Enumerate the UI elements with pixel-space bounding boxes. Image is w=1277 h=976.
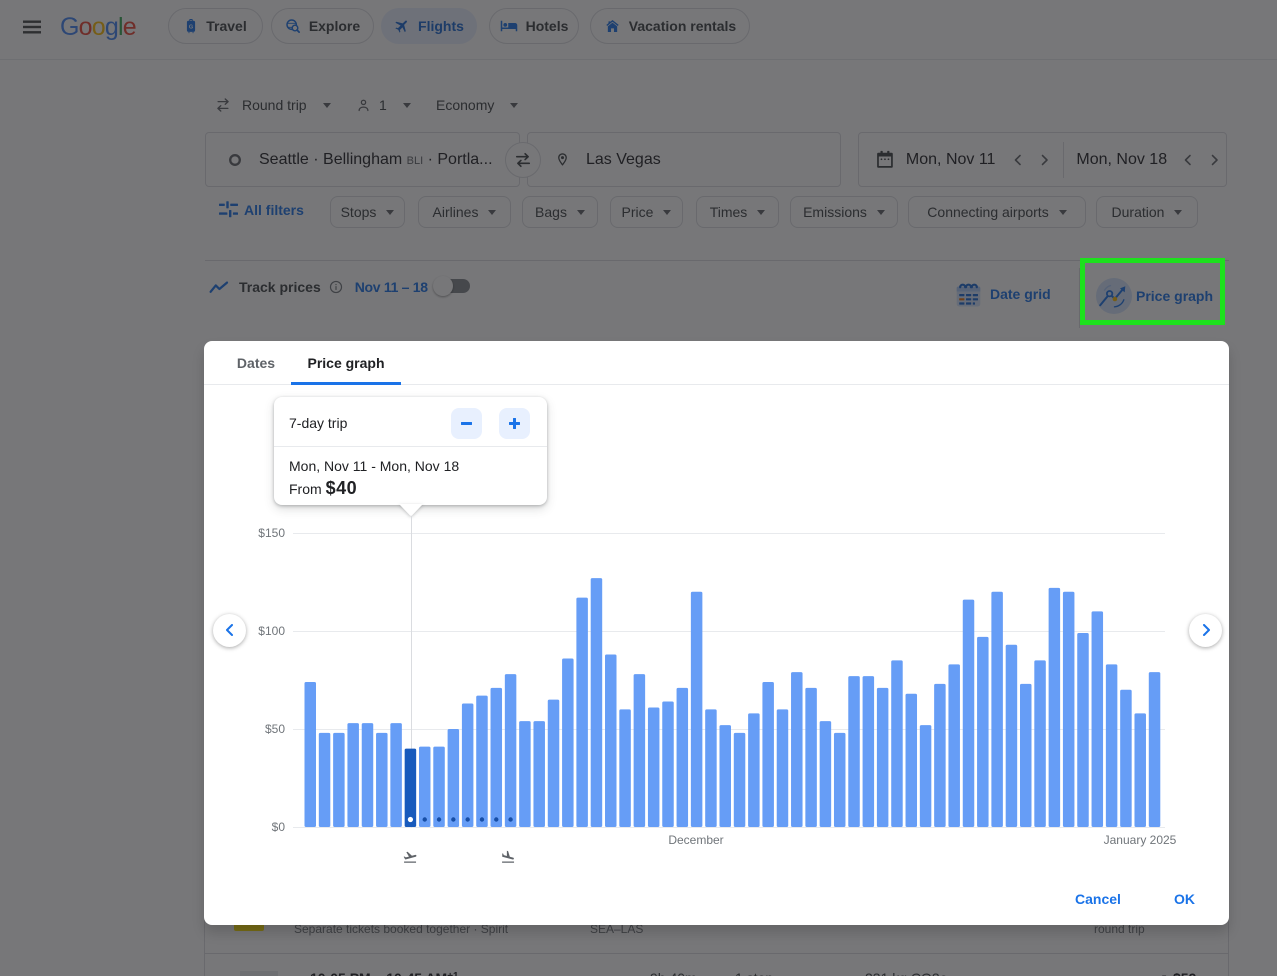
- svg-text:$0: $0: [272, 820, 286, 834]
- svg-text:$50: $50: [265, 722, 285, 736]
- svg-text:January 2025: January 2025: [1104, 833, 1177, 847]
- svg-text:$150: $150: [258, 526, 285, 540]
- svg-text:$100: $100: [258, 624, 285, 638]
- svg-text:December: December: [668, 833, 723, 847]
